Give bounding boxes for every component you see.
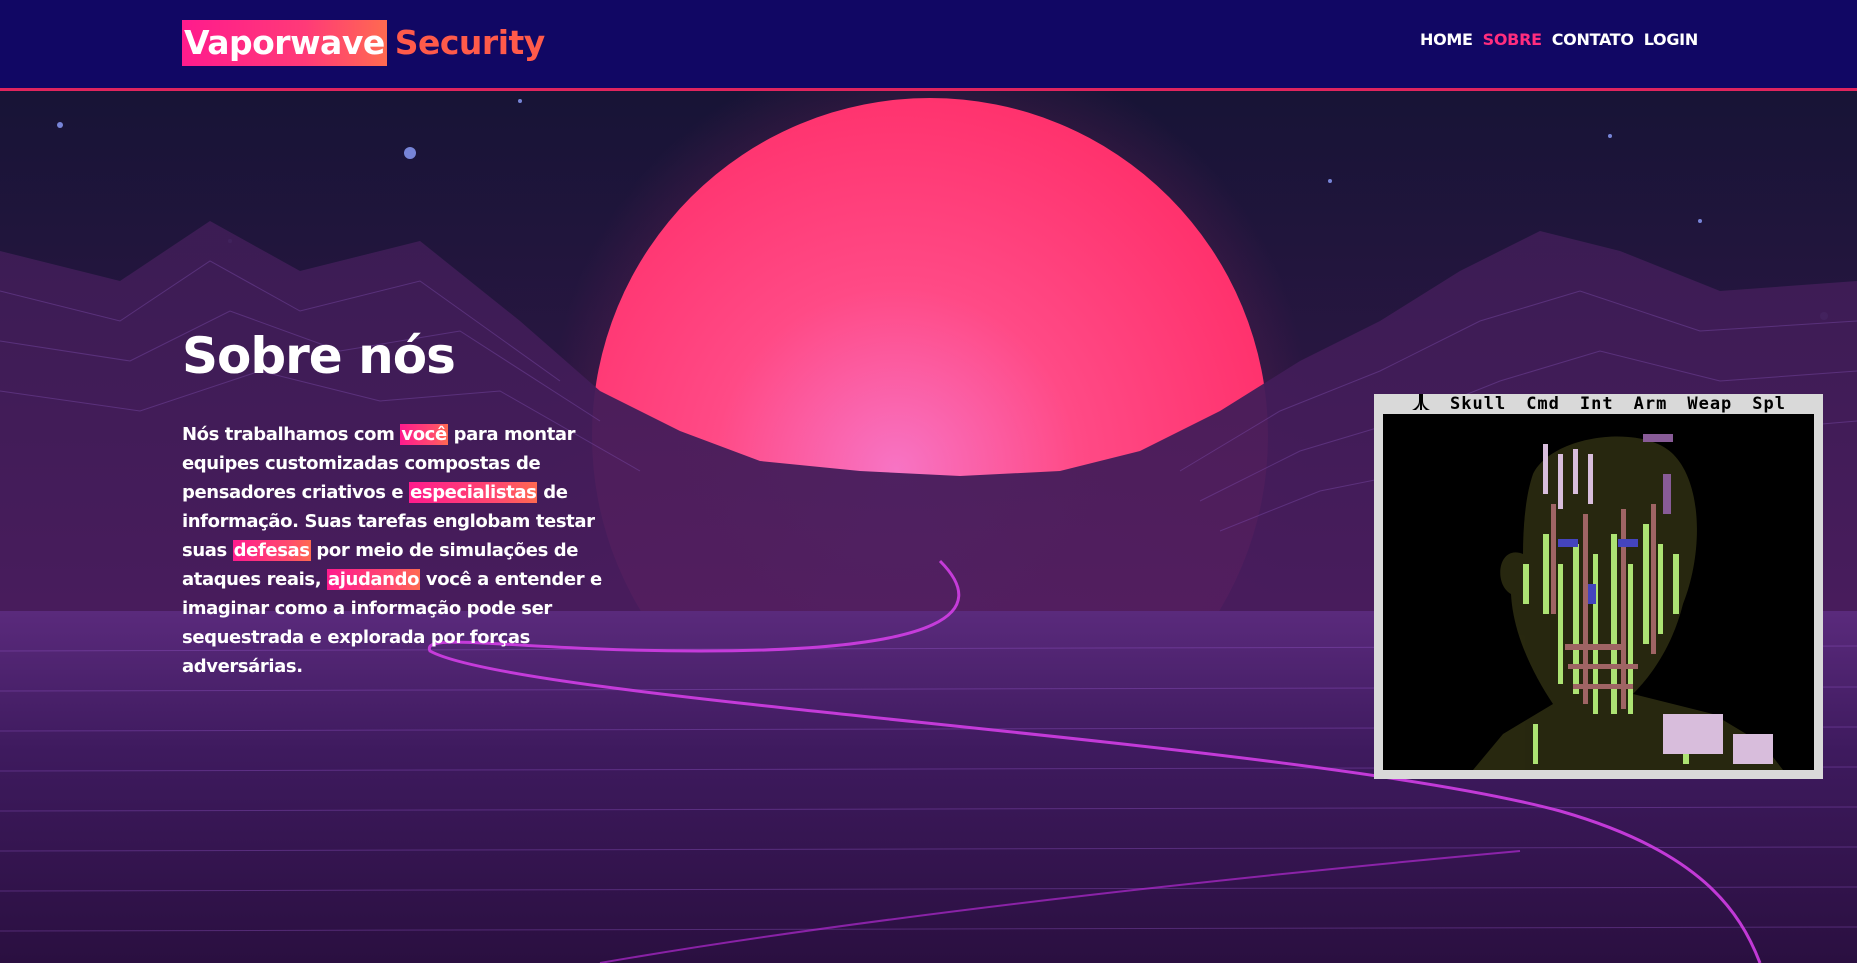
menu-cmd: Cmd: [1526, 394, 1560, 414]
about-text: Nós trabalhamos com você para montar equ…: [182, 420, 602, 681]
nav-home[interactable]: HOME: [1420, 30, 1473, 49]
about-text-part: Nós trabalhamos com: [182, 424, 401, 445]
nav-sobre[interactable]: SOBRE: [1483, 30, 1542, 49]
retro-game-screenshot: Skull Cmd Int Arm Weap Spl: [1374, 393, 1823, 779]
nav-contato[interactable]: CONTATO: [1552, 30, 1634, 49]
atari-logo-icon: [1412, 393, 1430, 415]
menu-weap: Weap: [1687, 394, 1733, 414]
brand-logo[interactable]: Vaporwave Security: [182, 20, 545, 66]
about-section: Sobre nós Nós trabalhamos com você para …: [182, 320, 602, 681]
brand-name-primary: Vaporwave: [182, 20, 387, 66]
pixel-art-portrait: [1383, 414, 1814, 770]
highlight-voce: você: [400, 424, 448, 445]
game-menu-bar: Skull Cmd Int Arm Weap Spl: [1374, 393, 1823, 415]
brand-name-secondary: Security: [394, 23, 546, 62]
menu-int: Int: [1579, 394, 1614, 414]
highlight-especialistas: especialistas: [409, 482, 538, 503]
highlight-ajudando: ajudando: [327, 569, 421, 590]
highlight-defesas: defesas: [232, 540, 311, 561]
menu-skull: Skull: [1450, 394, 1507, 414]
menu-arm: Arm: [1633, 394, 1668, 414]
site-header: Vaporwave Security HOME SOBRE CONTATO LO…: [0, 0, 1857, 91]
about-title: Sobre nós: [182, 327, 456, 385]
main-nav: HOME SOBRE CONTATO LOGIN: [1420, 30, 1698, 49]
nav-login[interactable]: LOGIN: [1644, 30, 1699, 49]
menu-spl: Spl: [1752, 394, 1787, 414]
